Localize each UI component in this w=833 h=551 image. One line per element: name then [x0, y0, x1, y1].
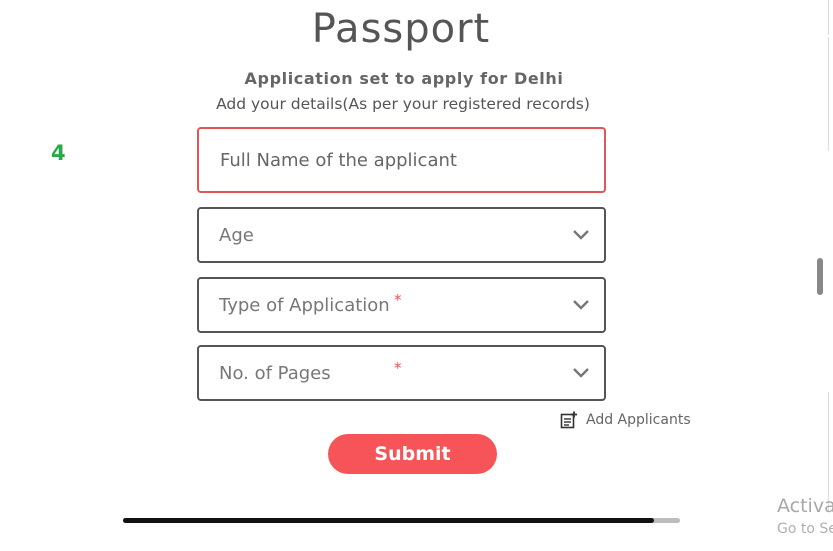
activate-windows-title: Activat — [777, 495, 833, 517]
add-applicants-label: Add Applicants — [586, 412, 691, 428]
page-title: Passport — [311, 6, 491, 52]
add-applicants-button[interactable]: Add Applicants — [560, 411, 691, 429]
application-type-select[interactable]: Type of Application * — [197, 277, 606, 333]
full-name-placeholder: Full Name of the applicant — [220, 150, 457, 171]
chevron-down-icon — [573, 368, 589, 378]
activate-windows-subtitle: Go to Se — [777, 521, 833, 537]
divider — [828, 37, 829, 151]
application-subtitle: Application set to apply for Delhi — [244, 69, 564, 88]
pages-placeholder: No. of Pages — [219, 363, 331, 384]
application-type-placeholder: Type of Application — [219, 295, 390, 316]
submit-button[interactable]: Submit — [328, 434, 497, 474]
age-placeholder: Age — [219, 225, 254, 246]
vertical-scrollbar-thumb[interactable] — [817, 258, 823, 295]
details-instruction: Add your details(As per your registered … — [216, 95, 590, 113]
horizontal-scrollbar-thumb[interactable] — [123, 518, 654, 523]
divider — [828, 0, 829, 35]
required-mark: * — [394, 291, 402, 309]
note-add-icon — [560, 411, 577, 429]
required-mark: * — [394, 359, 402, 377]
full-name-input[interactable]: Full Name of the applicant — [197, 127, 606, 193]
step-number: 4 — [51, 141, 66, 165]
chevron-down-icon — [573, 300, 589, 310]
chevron-down-icon — [573, 230, 589, 240]
pages-select[interactable]: No. of Pages * — [197, 345, 606, 401]
divider — [828, 392, 829, 512]
age-select[interactable]: Age — [197, 207, 606, 263]
